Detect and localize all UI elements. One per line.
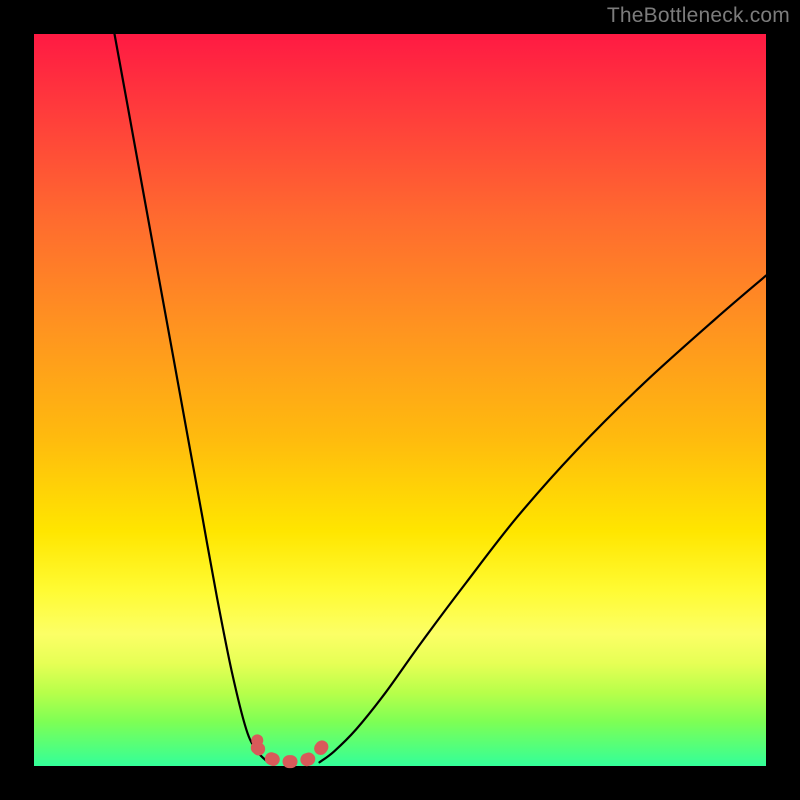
chart-frame: TheBottleneck.com [0,0,800,800]
curve-right-branch [320,276,767,763]
trough-marker-stroke [257,746,323,762]
curve-left-branch [115,34,269,762]
plot-area [34,34,766,766]
trough-marker-dot [251,734,263,746]
watermark-text: TheBottleneck.com [607,4,790,28]
curve-layer [34,34,766,766]
